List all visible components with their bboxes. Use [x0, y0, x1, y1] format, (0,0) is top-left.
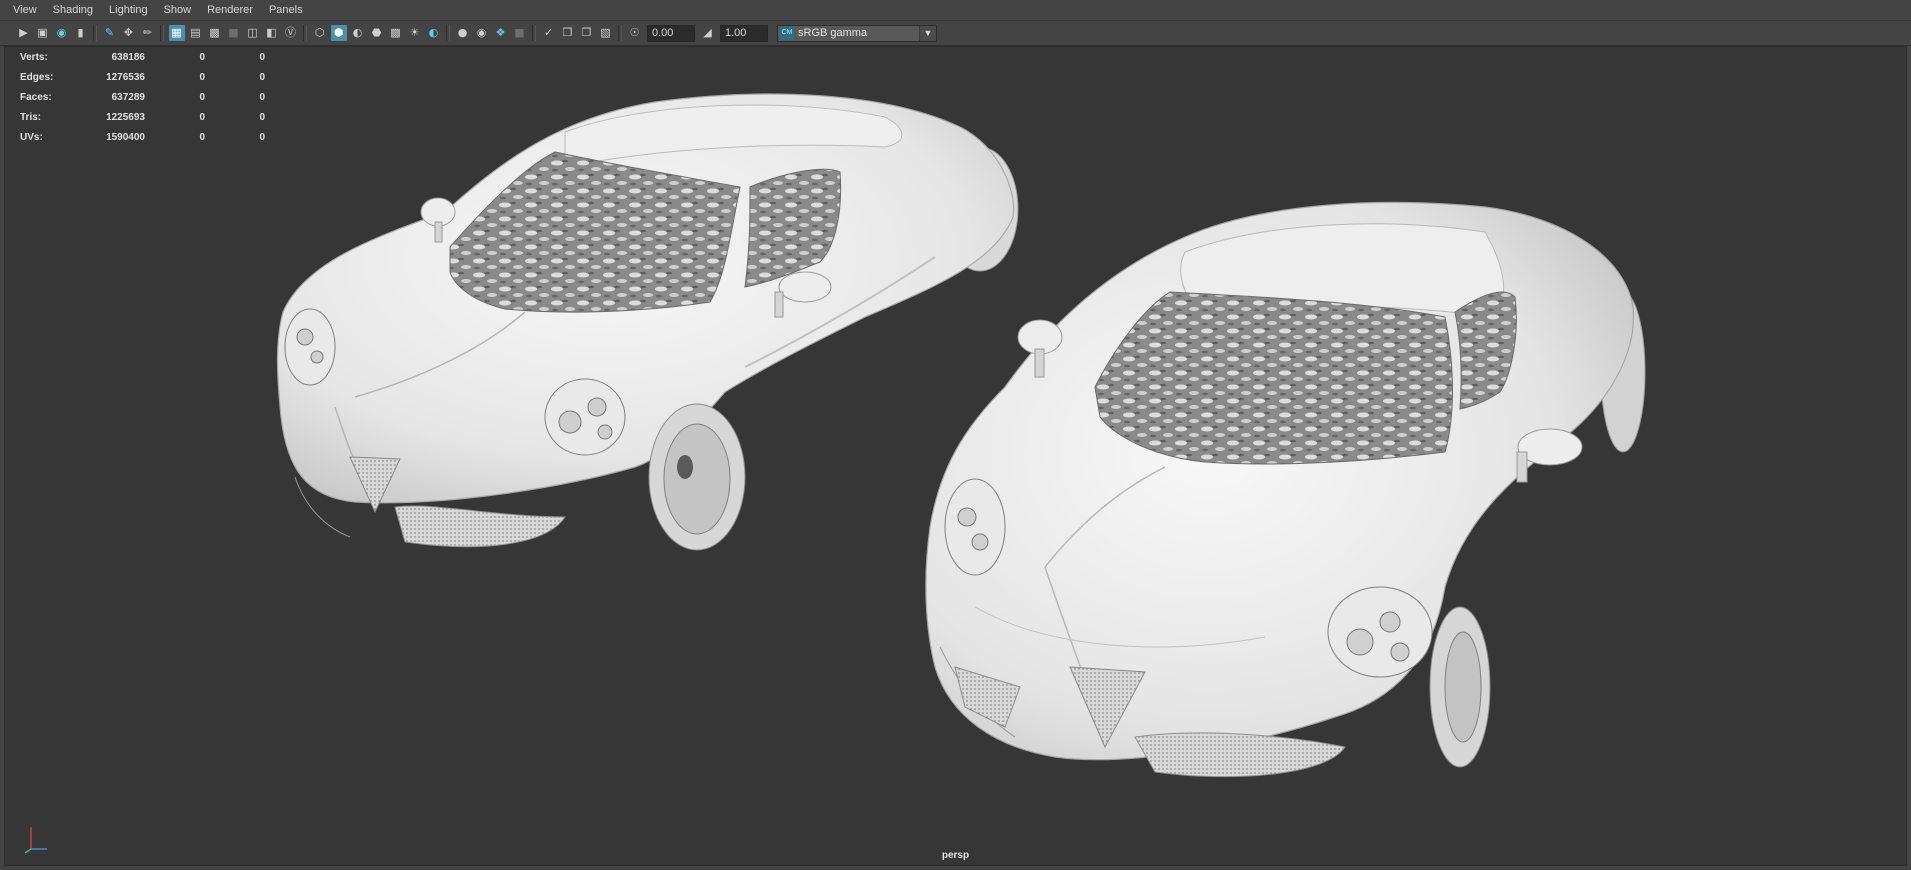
2d-pan-zoom-icon[interactable]: ✥	[121, 25, 137, 41]
xray-joints-icon[interactable]: ❐	[579, 25, 595, 41]
menu-panels[interactable]: Panels	[261, 0, 311, 20]
hud-row-verts: Verts: 638186 0 0	[20, 47, 265, 67]
image-plane-icon[interactable]: ✎	[102, 25, 118, 41]
textured-icon[interactable]: ▩	[388, 25, 404, 41]
multisample-aa-icon[interactable]: ❖	[493, 25, 509, 41]
hud-object: 0	[259, 131, 265, 143]
viewport-toolbar: ▶ ▣ ◉ ▮ ✎ ✥ ✏ ▦ ▤ ▩ ■ ◫ ◧ Ⓥ ⬡ ⬢ ◐ ⬣ ▩ ☀ …	[0, 21, 1911, 46]
viewport-menubar: View Shading Lighting Show Renderer Pane…	[0, 0, 1911, 21]
hud-selected: 0	[199, 91, 205, 103]
viewport-scene	[276, 93, 1646, 778]
resolution-gate-icon[interactable]: ▩	[207, 25, 223, 41]
xray-icon[interactable]: ❒	[560, 25, 576, 41]
hud-value: 1225693	[106, 111, 145, 123]
color-space-select[interactable]: CM sRGB gamma ▼	[777, 24, 937, 42]
hud-label: Tris:	[20, 111, 42, 123]
hud-selected: 0	[199, 131, 205, 143]
toolbar-separator	[160, 25, 164, 41]
hud-value: 1590400	[106, 131, 145, 143]
hud-object: 0	[259, 71, 265, 83]
wireframe-icon[interactable]: ⬡	[312, 25, 328, 41]
car-model-right[interactable]	[925, 201, 1646, 778]
hud-label: Faces:	[20, 91, 52, 103]
camera-attributes-icon[interactable]: ▣	[35, 25, 51, 41]
toolbar-separator	[446, 25, 450, 41]
exposure-field[interactable]: 0.00	[647, 24, 695, 42]
shadows-icon[interactable]: ◐	[426, 25, 442, 41]
car-model-left[interactable]	[276, 93, 1019, 551]
hud-row-uvs: UVs: 1590400 0 0	[20, 127, 265, 147]
safe-action-icon[interactable]: ◧	[264, 25, 280, 41]
default-lighting-icon[interactable]: ◐	[350, 25, 366, 41]
motion-blur-icon[interactable]: ◉	[474, 25, 490, 41]
film-gate-icon[interactable]: ▤	[188, 25, 204, 41]
shaded-wireframe-icon[interactable]: ⬣	[369, 25, 385, 41]
3d-viewport[interactable]: Verts: 638186 0 0 Edges: 1276536 0 0 Fac…	[4, 46, 1907, 866]
hud-row-edges: Edges: 1276536 0 0	[20, 67, 265, 87]
toolbar-separator	[303, 25, 307, 41]
hud-label: Edges:	[20, 71, 54, 83]
select-camera-icon[interactable]: ▶	[16, 25, 32, 41]
hud-row-faces: Faces: 637289 0 0	[20, 87, 265, 107]
poly-count-hud: Verts: 638186 0 0 Edges: 1276536 0 0 Fac…	[20, 47, 265, 147]
xray-components-icon[interactable]: ▧	[598, 25, 614, 41]
toolbar-separator	[532, 25, 536, 41]
menu-show[interactable]: Show	[156, 0, 200, 20]
hud-row-tris: Tris: 1225693 0 0	[20, 107, 265, 127]
grid-icon[interactable]: ▦	[168, 25, 185, 41]
toolbar-separator	[93, 25, 97, 41]
hud-value: 638186	[111, 51, 145, 63]
toolbar-separator	[618, 25, 622, 41]
screen-space-ao-icon[interactable]: ●	[455, 25, 471, 41]
depth-of-field-icon[interactable]: ■	[512, 25, 528, 41]
menu-view[interactable]: View	[0, 0, 45, 20]
gamma-field[interactable]: 1.00	[720, 24, 768, 42]
smooth-shade-icon[interactable]: ⬢	[330, 25, 347, 41]
csm-icon: CM	[780, 26, 794, 40]
gamma-icon[interactable]: ◢	[700, 25, 716, 41]
hud-selected: 0	[199, 51, 205, 63]
bookmarks-icon[interactable]: ◉	[54, 25, 70, 41]
color-space-value: sRGB gamma	[798, 27, 868, 39]
bookmark-icon[interactable]: ▮	[73, 25, 89, 41]
exposure-icon[interactable]: ☉	[627, 25, 643, 41]
hud-object: 0	[259, 51, 265, 63]
menu-shading[interactable]: Shading	[45, 0, 101, 20]
hud-selected: 0	[199, 111, 205, 123]
camera-name-label: persp	[941, 850, 970, 861]
hud-label: Verts:	[20, 51, 48, 63]
use-all-lights-icon[interactable]: ☀	[407, 25, 423, 41]
chevron-down-icon[interactable]: ▼	[919, 25, 936, 41]
menu-lighting[interactable]: Lighting	[101, 0, 156, 20]
gate-mask-icon[interactable]: ■	[226, 25, 242, 41]
field-chart-icon[interactable]: ◫	[245, 25, 261, 41]
hud-object: 0	[259, 91, 265, 103]
grease-pencil-icon[interactable]: ✏	[140, 25, 156, 41]
hud-value: 637289	[111, 91, 145, 103]
isolate-select-icon[interactable]: ✓	[541, 25, 557, 41]
hud-label: UVs:	[20, 131, 43, 143]
safe-title-icon[interactable]: Ⓥ	[283, 25, 299, 41]
hud-selected: 0	[199, 71, 205, 83]
hud-value: 1276536	[106, 71, 145, 83]
menu-renderer[interactable]: Renderer	[199, 0, 261, 20]
hud-object: 0	[259, 111, 265, 123]
